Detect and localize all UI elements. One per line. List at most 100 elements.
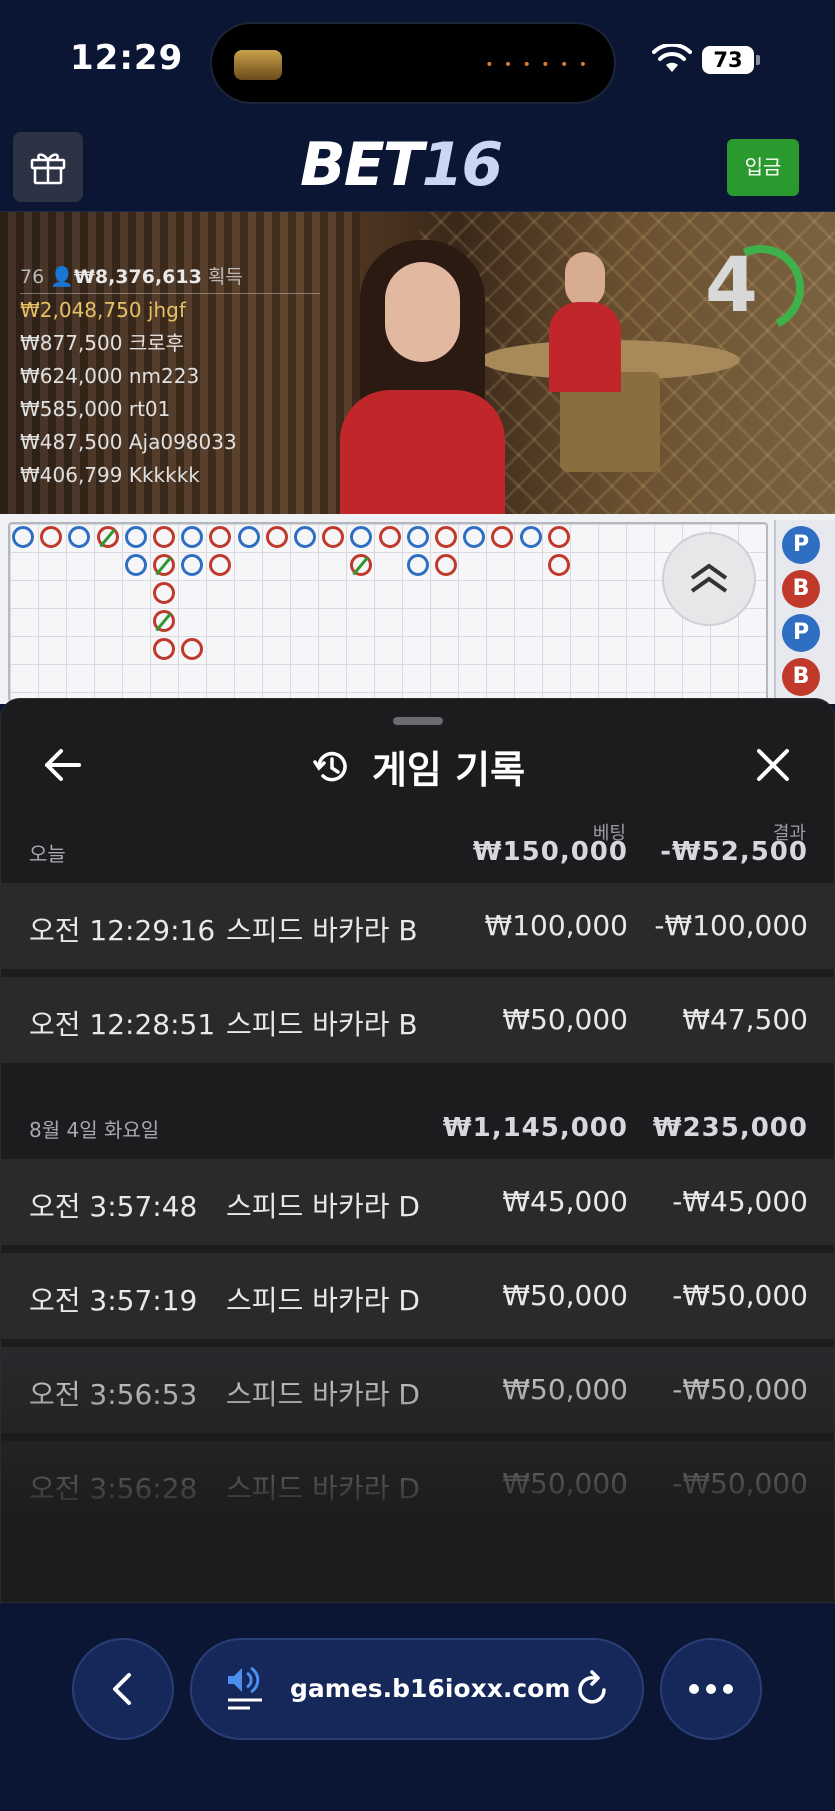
winner-amount: ₩487,500 xyxy=(20,430,123,454)
winners-list: 76 👤₩8,376,613 획득 ₩2,048,750 jhgf ₩877,50… xyxy=(20,262,320,492)
game-history-sheet: 게임 기록 베팅 결과 오늘 ₩150,000 -₩52,500 오전 12:29:1… xyxy=(0,698,835,1603)
browser-back-button[interactable] xyxy=(72,1638,174,1740)
group-result-total: ₩235,000 xyxy=(652,1113,808,1143)
browser-toolbar: games.b16ioxx.com xyxy=(0,1603,835,1811)
winners-suffix: 획득 xyxy=(207,266,243,288)
address-bar[interactable]: games.b16ioxx.com xyxy=(190,1638,644,1740)
player-bead xyxy=(519,526,542,548)
expand-roadmap-button[interactable] xyxy=(662,532,756,626)
deposit-button[interactable]: 입금 xyxy=(727,139,799,196)
player-bead xyxy=(237,526,260,548)
row-bet: ₩50,000 xyxy=(502,1003,628,1036)
reload-icon[interactable] xyxy=(570,1668,614,1712)
winner-amount: ₩585,000 xyxy=(20,397,123,421)
row-game: 스피드 바카라 B xyxy=(226,1008,418,1041)
history-row[interactable]: 오전 12:29:16 스피드 바카라 B ₩100,000 -₩100,000 xyxy=(1,883,834,969)
winner-name: jhgf xyxy=(147,298,186,322)
date-group-header: 8월 4일 화요일 ₩1,145,000 ₩235,000 xyxy=(1,1101,834,1151)
group-date: 8월 4일 화요일 xyxy=(29,1118,160,1142)
player-chip: P xyxy=(782,526,820,564)
gift-icon xyxy=(30,153,66,185)
row-bet: ₩50,000 xyxy=(502,1279,628,1312)
activity-indicator: • • • • • • xyxy=(485,57,590,73)
banker-bead xyxy=(491,526,514,548)
row-result: ₩47,500 xyxy=(682,1003,808,1036)
chevron-left-icon xyxy=(113,1673,131,1705)
gift-button[interactable] xyxy=(13,132,83,202)
player-bead xyxy=(350,526,373,548)
winner-row: ₩877,500 크로후 xyxy=(20,327,320,360)
tie-bead xyxy=(153,610,175,632)
history-row[interactable]: 오전 3:57:19 스피드 바카라 D ₩50,000 -₩50,000 xyxy=(1,1253,834,1339)
banker-bead xyxy=(209,554,232,576)
speaker-icon xyxy=(228,1666,262,1710)
banker-bead xyxy=(547,526,570,548)
player-bead xyxy=(124,554,147,576)
more-icon xyxy=(689,1684,733,1694)
banker-bead xyxy=(435,554,457,576)
banker-bead xyxy=(153,526,175,548)
row-bet: ₩45,000 xyxy=(502,1185,628,1218)
tie-bead xyxy=(350,554,373,576)
player-bead xyxy=(294,526,316,548)
banker-bead xyxy=(181,638,204,660)
winner-amount: ₩406,799 xyxy=(20,463,123,487)
winner-row: ₩585,000 rt01 xyxy=(20,393,320,426)
banker-chip: B xyxy=(782,658,820,696)
row-result: -₩100,000 xyxy=(654,909,808,942)
winner-name: 크로후 xyxy=(128,331,185,355)
history-icon xyxy=(313,751,347,781)
banker-bead xyxy=(153,582,175,604)
winner-name: nm223 xyxy=(128,364,200,388)
list-fade xyxy=(1,1339,834,1602)
battery-indicator: 73 xyxy=(702,46,754,74)
more-options-button[interactable] xyxy=(660,1638,762,1740)
winner-name: rt01 xyxy=(128,397,171,421)
dynamic-island: • • • • • • xyxy=(210,22,616,104)
now-playing-thumbnail xyxy=(234,50,282,80)
winner-name: Kkkkkk xyxy=(128,463,200,487)
winner-amount: ₩624,000 xyxy=(20,364,123,388)
user-icon: 👤 xyxy=(50,266,74,288)
group-date: 오늘 xyxy=(29,842,66,866)
tie-bead xyxy=(96,526,119,548)
player-bead xyxy=(406,526,429,548)
url-text: games.b16ioxx.com xyxy=(290,1674,571,1703)
player-chip: P xyxy=(782,614,820,652)
row-result: -₩50,000 xyxy=(672,1279,808,1312)
logo-number: 16 xyxy=(421,130,503,200)
winner-row: ₩487,500 Aja098033 xyxy=(20,426,320,459)
sheet-grabber[interactable] xyxy=(393,717,443,725)
banker-bead xyxy=(265,526,288,548)
winner-name: Aja098033 xyxy=(128,430,237,454)
winners-total: ₩8,376,613 xyxy=(73,266,202,288)
battery-tip xyxy=(756,55,760,65)
banker-bead xyxy=(209,526,232,548)
history-row[interactable]: 오전 12:28:51 스피드 바카라 B ₩50,000 ₩47,500 xyxy=(1,977,834,1063)
row-time: 오전 12:28:51 xyxy=(29,1008,216,1041)
side-prediction-column: PBPB xyxy=(774,520,835,704)
row-bet: ₩100,000 xyxy=(484,909,628,942)
close-icon[interactable] xyxy=(749,741,797,789)
group-bet-total: ₩1,145,000 xyxy=(442,1113,628,1143)
banker-bead xyxy=(153,638,175,660)
player-bead xyxy=(124,526,147,548)
countdown-timer: 4 xyxy=(705,240,758,329)
row-time: 오전 3:57:19 xyxy=(29,1284,198,1317)
sheet-title: 게임 기록 xyxy=(1,739,834,794)
dealer xyxy=(340,240,505,514)
winner-row: ₩406,799 Kkkkkk xyxy=(20,459,320,492)
player-bead xyxy=(463,526,486,548)
banker-bead xyxy=(40,526,63,548)
banker-bead xyxy=(378,526,401,548)
tie-bead xyxy=(153,554,175,576)
date-group-header: 오늘 ₩150,000 -₩52,500 xyxy=(1,825,834,875)
winner-amount: ₩877,500 xyxy=(20,331,123,355)
winner-row: ₩2,048,750 jhgf xyxy=(20,294,320,327)
background-dealer xyxy=(545,252,625,392)
row-game: 스피드 바카라 B xyxy=(226,914,418,947)
banker-bead xyxy=(322,526,345,548)
player-bead xyxy=(181,526,204,548)
history-row[interactable]: 오전 3:57:48 스피드 바카라 D ₩45,000 -₩45,000 xyxy=(1,1159,834,1245)
row-game: 스피드 바카라 D xyxy=(226,1190,420,1223)
